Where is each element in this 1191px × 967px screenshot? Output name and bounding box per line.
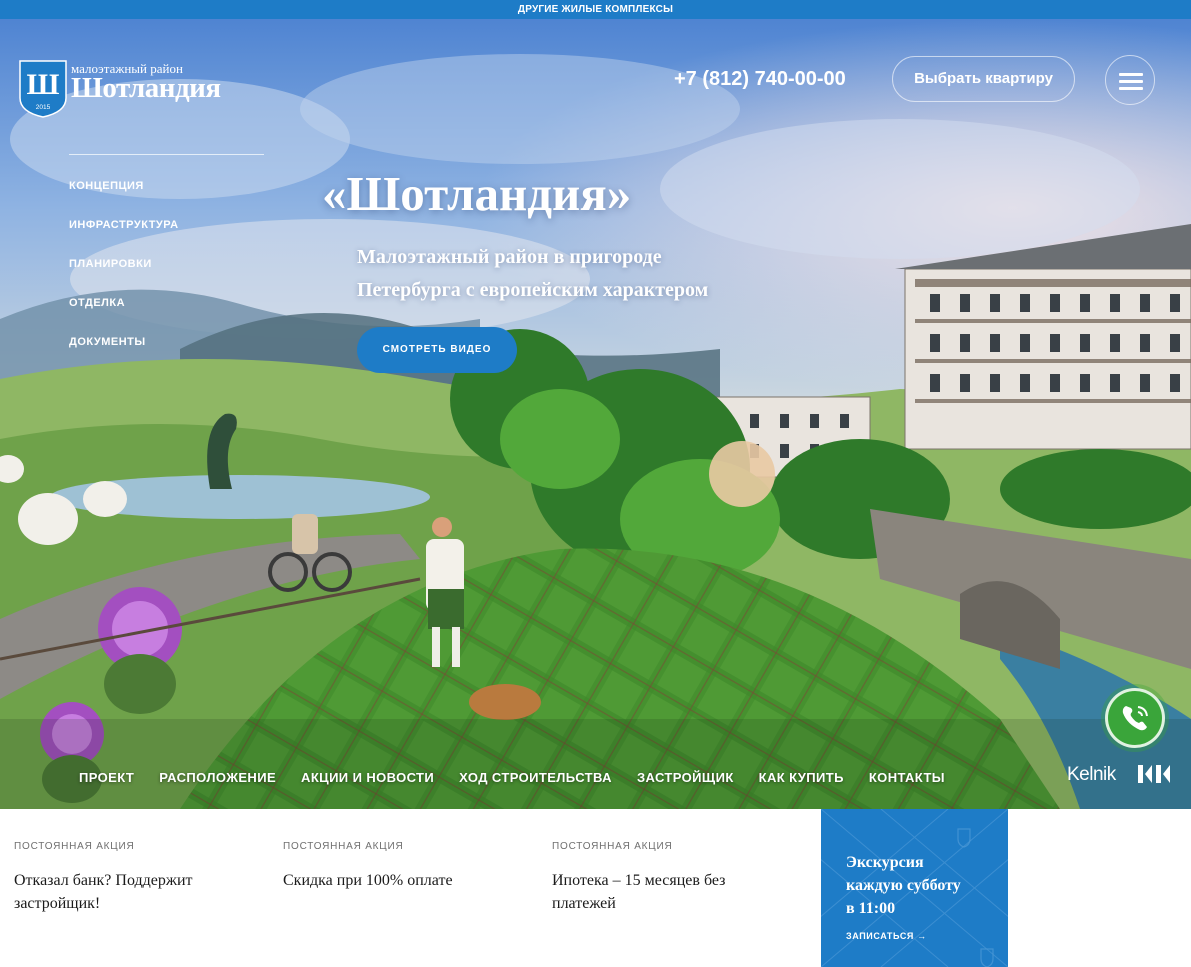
- promo-title[interactable]: Отказал банк? Поддержит застройщик!: [14, 869, 239, 915]
- call-button[interactable]: [1105, 688, 1165, 748]
- promo-title[interactable]: Скидка при 100% оплате: [283, 869, 533, 892]
- watch-video-button[interactable]: СМОТРЕТЬ ВИДЕО: [357, 327, 517, 373]
- excursion-card[interactable]: Экскурсия каждую субботу в 11:00 ЗАПИСАТ…: [821, 809, 1008, 967]
- choose-apartment-button[interactable]: Выбрать квартиру: [892, 56, 1075, 102]
- side-nav-item-plans[interactable]: ПЛАНИРОВКИ: [69, 257, 179, 296]
- hero-subtitle: Малоэтажный район в пригороде Петербурга…: [357, 241, 777, 307]
- main-nav-item-developer[interactable]: ЗАСТРОЙЩИК: [637, 770, 734, 786]
- site-logo[interactable]: Ш 2015 малоэтажный район Шотландия: [19, 60, 221, 120]
- excursion-signup-link[interactable]: ЗАПИСАТЬСЯ →: [846, 930, 927, 942]
- side-nav: КОНЦЕПЦИЯ ИНФРАСТРУКТУРА ПЛАНИРОВКИ ОТДЕ…: [69, 179, 179, 374]
- hero-title: «Шотландия»: [322, 166, 632, 221]
- logo-letter: Ш: [27, 68, 60, 101]
- main-nav-item-how-to-buy[interactable]: КАК КУПИТЬ: [759, 770, 844, 786]
- promo-card[interactable]: ПОСТОЯННАЯ АКЦИЯ Отказал банк? Поддержит…: [14, 841, 264, 915]
- developer-logo[interactable]: Kelnik: [1067, 764, 1116, 786]
- hero-subtitle-line: Малоэтажный район в пригороде: [357, 246, 662, 268]
- phone-number[interactable]: +7 (812) 740-00-00: [674, 67, 846, 91]
- main-nav-item-news[interactable]: АКЦИИ И НОВОСТИ: [301, 770, 434, 786]
- other-complexes-link[interactable]: ДРУГИЕ ЖИЛЫЕ КОМПЛЕКСЫ: [0, 0, 1191, 19]
- promo-kicker: ПОСТОЯННАЯ АКЦИЯ: [14, 841, 135, 852]
- promo-card[interactable]: ПОСТОЯННАЯ АКЦИЯ Скидка при 100% оплате: [283, 841, 533, 892]
- developer-mark-icon: [1138, 765, 1170, 783]
- hero-section: Ш 2015 малоэтажный район Шотландия +7 (8…: [0, 19, 1191, 809]
- hamburger-icon: [1119, 87, 1143, 90]
- side-nav-item-concept[interactable]: КОНЦЕПЦИЯ: [69, 179, 179, 218]
- main-nav-item-location[interactable]: РАСПОЛОЖЕНИЕ: [159, 770, 276, 786]
- main-nav-item-construction[interactable]: ХОД СТРОИТЕЛЬСТВА: [459, 770, 612, 786]
- logo-year: 2015: [36, 104, 51, 111]
- side-nav-divider: [69, 154, 264, 155]
- excursion-schedule: каждую субботу: [846, 877, 961, 894]
- hero-illustration: [0, 19, 1191, 809]
- side-nav-item-finishing[interactable]: ОТДЕЛКА: [69, 296, 179, 335]
- hero-subtitle-line: Петербурга с европейским характером: [357, 279, 709, 301]
- phone-icon: [1122, 706, 1148, 731]
- main-nav: ПРОЕКТ РАСПОЛОЖЕНИЕ АКЦИИ И НОВОСТИ ХОД …: [79, 770, 970, 786]
- main-nav-item-project[interactable]: ПРОЕКТ: [79, 770, 134, 786]
- promo-kicker: ПОСТОЯННАЯ АКЦИЯ: [283, 841, 404, 852]
- main-nav-item-contacts[interactable]: КОНТАКТЫ: [869, 770, 945, 786]
- shield-logo-icon: Ш 2015: [19, 60, 67, 118]
- excursion-title: Экскурсия: [846, 854, 924, 871]
- hamburger-icon: [1119, 73, 1143, 76]
- side-nav-item-documents[interactable]: ДОКУМЕНТЫ: [69, 335, 179, 374]
- promo-card[interactable]: ПОСТОЯННАЯ АКЦИЯ Ипотека – 15 месяцев бе…: [552, 841, 802, 915]
- promo-kicker: ПОСТОЯННАЯ АКЦИЯ: [552, 841, 673, 852]
- side-nav-item-infrastructure[interactable]: ИНФРАСТРУКТУРА: [69, 218, 179, 257]
- logo-name: Шотландия: [71, 72, 221, 104]
- hamburger-icon: [1119, 80, 1143, 83]
- promo-title[interactable]: Ипотека – 15 месяцев без платежей: [552, 869, 767, 915]
- menu-button[interactable]: [1105, 55, 1155, 105]
- excursion-time: в 11:00: [846, 900, 896, 917]
